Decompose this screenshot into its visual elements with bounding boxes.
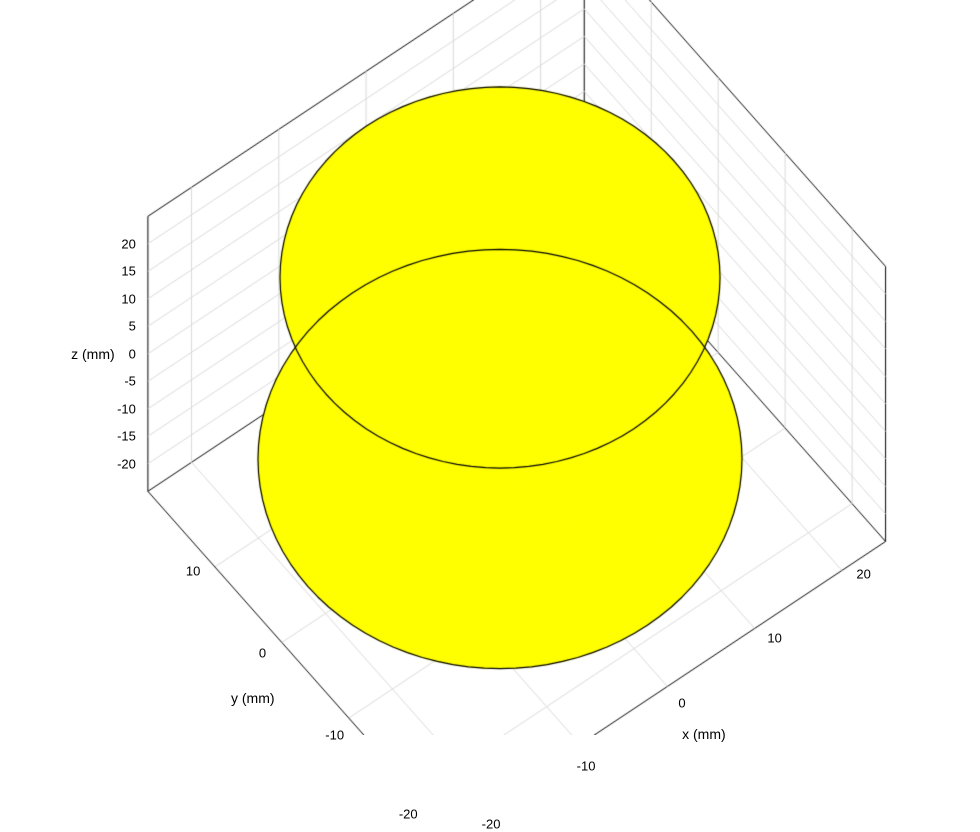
tick-label: -5 — [124, 374, 136, 389]
tick-label: 15 — [121, 264, 135, 279]
tick-label: -15 — [117, 429, 136, 444]
tick-label: 0 — [678, 695, 685, 710]
tick-label: 10 — [186, 563, 200, 578]
tick-label: 10 — [767, 630, 781, 645]
tick-label: 10 — [121, 291, 135, 306]
tick-label: 20 — [121, 236, 135, 251]
tick-label: -20 — [117, 456, 136, 471]
plot-canvas — [0, 0, 980, 735]
tick-label: 0 — [129, 346, 136, 361]
tick-label: -20 — [399, 807, 418, 822]
plot-3d: -20-1001020-20-10010-20-15-10-505101520x… — [0, 0, 980, 735]
axis-label: y (mm) — [231, 690, 275, 706]
tick-label: -20 — [482, 817, 501, 832]
tick-label: 20 — [856, 567, 870, 582]
axis-label: x (mm) — [682, 726, 726, 742]
tick-label: -10 — [117, 401, 136, 416]
tick-label: -10 — [577, 758, 596, 773]
tick-label: 5 — [129, 319, 136, 334]
tick-label: 0 — [259, 645, 266, 660]
axis-label: z (mm) — [71, 346, 115, 362]
